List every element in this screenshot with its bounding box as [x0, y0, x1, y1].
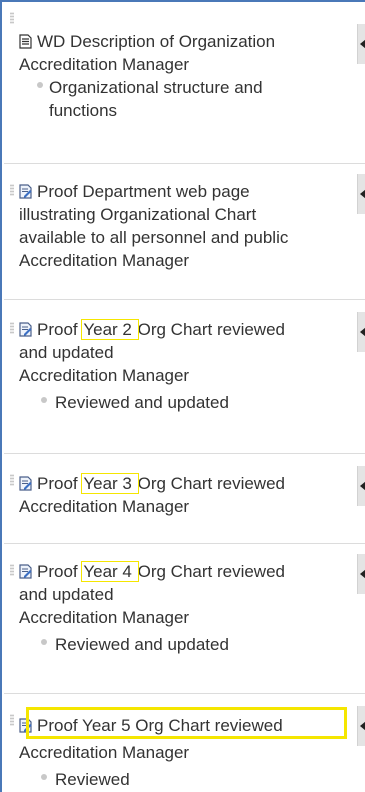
- list-item-content: Proof Year 4 Org Chart reviewed and upda…: [19, 560, 349, 656]
- collapse-toggle-button[interactable]: [357, 466, 365, 506]
- item-title[interactable]: WD Description of Organization: [19, 30, 349, 53]
- item-title-line: illustrating Organizational Chart: [19, 205, 257, 224]
- list-item-content: Proof Year 3 Org Chart reviewed Accredit…: [19, 472, 349, 518]
- collapse-toggle-button[interactable]: [357, 312, 365, 352]
- bullet-dot: [37, 82, 43, 88]
- drag-grip-icon[interactable]: [10, 714, 14, 726]
- accreditation-proof-list: WD Description of Organization Accredita…: [0, 0, 365, 792]
- search-highlight: Year 4: [81, 561, 139, 582]
- item-title[interactable]: Proof Department web page: [19, 180, 349, 203]
- drag-grip-icon[interactable]: [10, 564, 14, 576]
- item-title[interactable]: Proof Year 3 Org Chart reviewed: [19, 472, 349, 495]
- item-owner: Accreditation Manager: [19, 497, 190, 516]
- list-item-content: WD Description of Organization Accredita…: [19, 30, 349, 122]
- bullet-dot: [41, 397, 47, 403]
- item-owner: Accreditation Manager: [19, 55, 190, 74]
- bullet-dot: [41, 639, 47, 645]
- item-title[interactable]: Proof Year 2 Org Chart reviewed: [19, 318, 349, 341]
- item-bullet: Reviewed and updated: [19, 633, 349, 656]
- item-bullet: Reviewed and updated: [19, 391, 349, 414]
- list-item-content: Proof Year 2 Org Chart reviewed and upda…: [19, 318, 349, 414]
- list-item: Proof Year 3 Org Chart reviewed Accredit…: [4, 454, 365, 544]
- bullet-dot: [41, 774, 47, 780]
- collapse-toggle-button[interactable]: [357, 24, 365, 64]
- list-item: WD Description of Organization Accredita…: [4, 2, 365, 164]
- item-bullet-continuation: functions: [49, 101, 118, 120]
- drag-grip-icon[interactable]: [10, 184, 14, 196]
- item-bullet: Organizational structure and: [19, 76, 349, 99]
- item-title-line: and updated: [19, 343, 114, 362]
- edit-document-icon: [19, 476, 32, 491]
- search-highlight: Year 2: [81, 319, 139, 340]
- item-owner: Accreditation Manager: [19, 608, 190, 627]
- text-document-icon: [19, 34, 32, 49]
- edit-document-icon: [19, 564, 32, 579]
- item-owner: Accreditation Manager: [19, 251, 190, 270]
- collapse-toggle-button[interactable]: [357, 174, 365, 214]
- list-item: Proof Department web page illustrating O…: [4, 164, 365, 300]
- list-item-content: Proof Department web page illustrating O…: [19, 180, 349, 272]
- list-item: Proof Year 4 Org Chart reviewed and upda…: [4, 544, 365, 694]
- drag-grip-icon[interactable]: [10, 322, 14, 334]
- edit-document-icon: [19, 184, 32, 199]
- collapse-toggle-button[interactable]: [357, 554, 365, 594]
- item-title[interactable]: Proof Year 4 Org Chart reviewed: [19, 560, 349, 583]
- drag-grip-icon[interactable]: [10, 12, 14, 24]
- edit-document-icon: [19, 322, 32, 337]
- item-title-line: available to all personnel and public: [19, 228, 289, 247]
- item-title-line: and updated: [19, 585, 114, 604]
- item-owner: Accreditation Manager: [19, 366, 190, 385]
- search-highlight: Year 3: [81, 473, 139, 494]
- item-bullet: Reviewed: [19, 768, 349, 791]
- collapse-toggle-button[interactable]: [357, 706, 365, 746]
- item-owner: Accreditation Manager: [19, 743, 190, 762]
- drag-grip-icon[interactable]: [10, 474, 14, 486]
- selection-highlight-box: [26, 707, 347, 739]
- list-item: Proof Year 2 Org Chart reviewed and upda…: [4, 300, 365, 454]
